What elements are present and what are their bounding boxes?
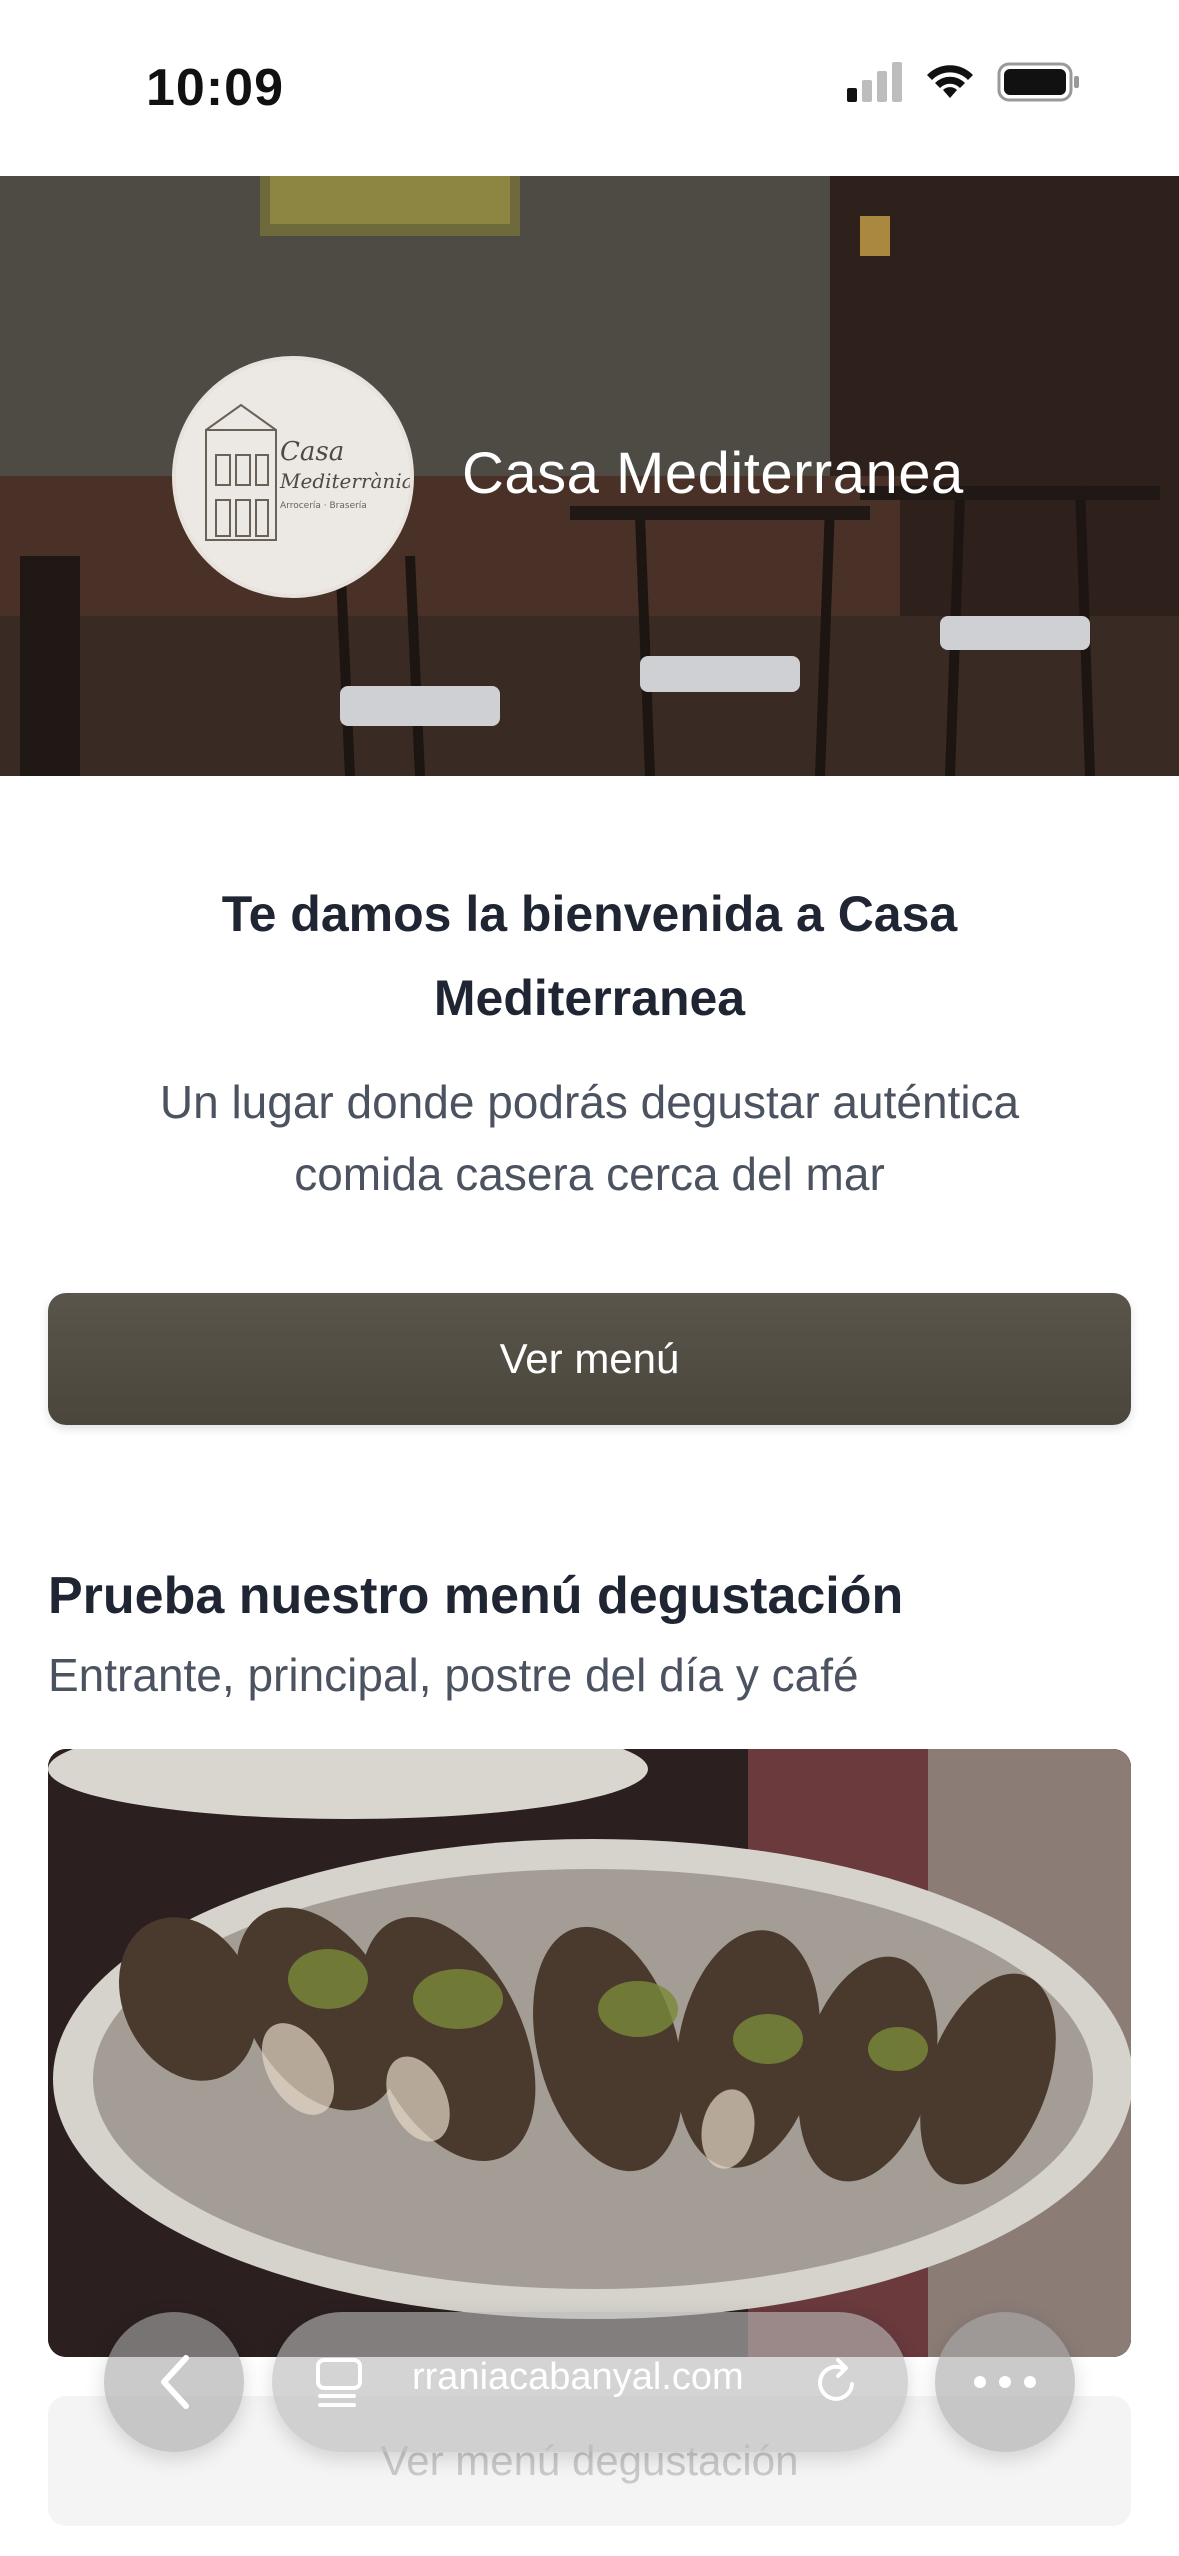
address-bar[interactable]: rraniacabanyal.com <box>272 2312 908 2452</box>
status-bar: 10:09 <box>0 0 1179 176</box>
chevron-left-icon <box>161 2355 189 2409</box>
svg-text:Arrocería · Brasería: Arrocería · Brasería <box>280 501 367 511</box>
tasting-menu-title: Prueba nuestro menú degustación <box>48 1567 904 1625</box>
restaurant-name: Casa Mediterranea <box>462 441 964 506</box>
status-time: 10:09 <box>146 59 284 117</box>
grilled-squid-photo <box>48 1749 1131 2357</box>
hero-banner: Casa Mediterrània Arrocería · Brasería C… <box>0 176 1179 776</box>
welcome-subtitle-line1: Un lugar donde podrás degustar auténtica <box>159 1076 1020 1128</box>
tasting-menu-photo <box>48 1749 1131 2357</box>
more-dots-icon <box>974 2376 1036 2388</box>
url-text: rraniacabanyal.com <box>412 2356 744 2398</box>
welcome-subtitle: Un lugar donde podrás degustar auténtica… <box>80 1066 1099 1210</box>
battery-icon <box>997 62 1079 102</box>
tabs-icon <box>316 2358 362 2407</box>
cellular-signal-icon <box>847 62 902 102</box>
welcome-subtitle-line2: comida casera cerca del mar <box>294 1148 885 1200</box>
tasting-menu-subtitle: Entrante, principal, postre del día y ca… <box>48 1649 859 1701</box>
browser-more-button[interactable] <box>935 2312 1075 2452</box>
view-menu-button[interactable]: Ver menú <box>48 1293 1131 1425</box>
reload-icon[interactable] <box>812 2354 862 2408</box>
welcome-title-line2: Mediterranea <box>433 970 746 1026</box>
svg-text:Casa: Casa <box>280 437 344 467</box>
page: 10:09 Casa Mediterrània Arrocería · Bras… <box>0 0 1179 2556</box>
browser-back-button[interactable] <box>104 2312 244 2452</box>
svg-text:Mediterrània: Mediterrània <box>279 469 414 493</box>
logo-building-icon: Casa Mediterrània Arrocería · Brasería <box>176 360 414 594</box>
welcome-title: Te damos la bienvenida a Casa Mediterran… <box>80 872 1099 1040</box>
status-icons <box>847 62 1081 102</box>
wifi-icon <box>927 65 973 98</box>
welcome-title-line1: Te damos la bienvenida a Casa <box>221 886 958 942</box>
restaurant-logo: Casa Mediterrània Arrocería · Brasería <box>172 356 414 598</box>
